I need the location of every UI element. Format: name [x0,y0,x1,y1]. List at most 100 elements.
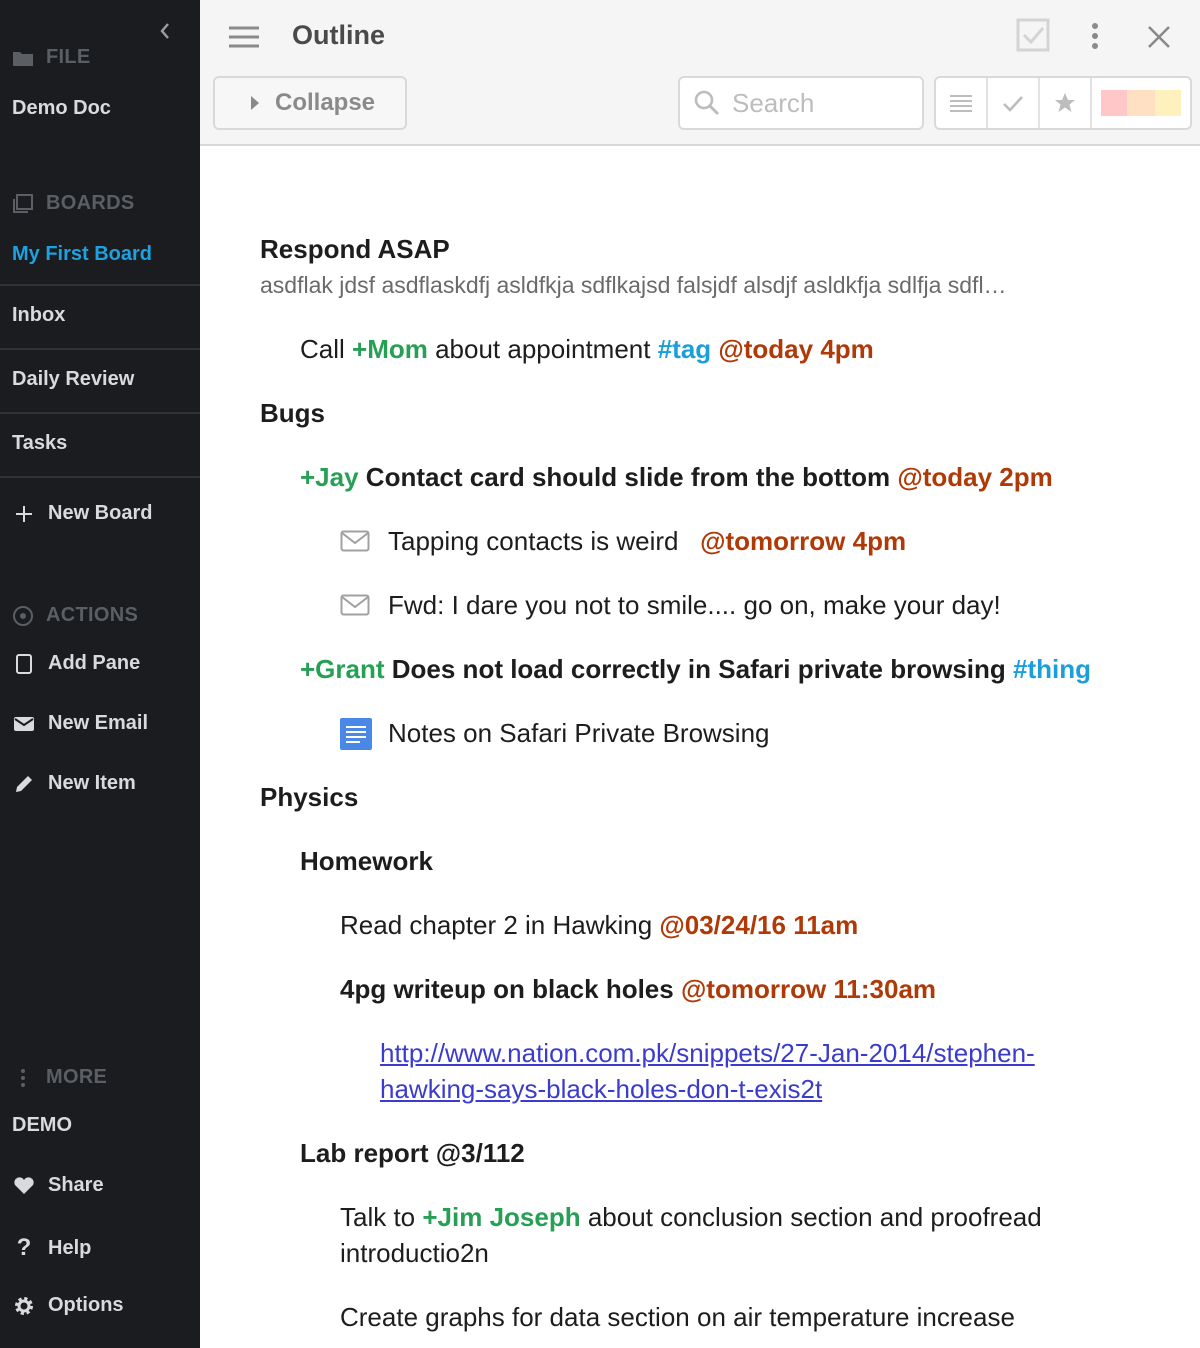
date-label[interactable]: @tomorrow 4pm [700,526,906,556]
sidebar-item-daily-review[interactable]: Daily Review [0,348,200,412]
filter-star-button[interactable] [1040,78,1092,128]
collapse-button[interactable]: Collapse [213,76,407,130]
color-filter-button[interactable] [1092,78,1190,128]
doc-name[interactable]: Demo Doc [12,97,111,120]
hyperlink[interactable]: http://www.nation.com.pk/snippets/27-Jan… [380,1038,1035,1068]
document-icon [340,718,372,750]
outline-item-graphs[interactable]: Create graphs for data section on air te… [340,1302,1015,1333]
boards-heading-label: BOARDS [46,192,135,214]
date-label[interactable]: @today 2pm [897,462,1052,492]
person-mention[interactable]: +Jay [300,462,359,492]
demo-label: DEMO [12,1114,72,1136]
heart-icon [14,1176,34,1194]
sidebar-item-my-first-board[interactable]: My First Board [12,243,152,266]
outline-item-email2[interactable]: Fwd: I dare you not to smile.... go on, … [388,590,1001,621]
sidebar-item-inbox[interactable]: Inbox [0,284,200,348]
more-heading-label: MORE [46,1066,108,1088]
item-text: Contact card should slide from the botto… [358,462,898,492]
outline-item-call[interactable]: Call +Mom about appointment #tag @today … [300,334,874,365]
sidebar: FILE Demo Doc BOARDS My First Board Inbo… [0,0,200,1348]
date-label[interactable]: @03/24/16 11am [659,910,858,940]
caret-right-icon [251,96,259,110]
item-text: Call [300,334,353,364]
outline-item-talk-cont: introductio2n [340,1238,489,1268]
pencil-icon [16,775,32,792]
actions-heading: ACTIONS [12,604,138,627]
question-icon: ? [16,1234,32,1261]
item-text: Read chapter 2 in Hawking [340,910,660,940]
main-pane: Outline Collapse Resp [200,0,1200,1348]
add-pane-label: Add Pane [48,652,141,674]
new-email-button[interactable]: New Email [12,712,148,735]
outline-item-link[interactable]: http://www.nation.com.pk/snippets/27-Jan… [380,1038,1035,1069]
search-input[interactable] [730,86,914,120]
more-vertical-icon[interactable] [1088,22,1102,50]
new-item-label: New Item [48,772,136,794]
gear-icon [15,1296,33,1315]
more-vertical-icon [21,1068,25,1087]
outline-content: Respond ASAP asdflak jdsf asdflaskdfj as… [200,146,1200,1348]
envelope-icon [340,594,370,616]
outline-item-writeup[interactable]: 4pg writeup on black holes @tomorrow 11:… [340,974,936,1005]
hamburger-icon[interactable] [229,26,259,48]
close-icon[interactable] [1146,24,1172,50]
options-label: Options [48,1294,124,1316]
hyperlink[interactable]: hawking-says-black-holes-don-t-exis2t [380,1074,822,1104]
new-board-button[interactable]: New Board [12,502,152,525]
tag-label[interactable]: #tag [658,334,711,364]
sidebar-item-tasks[interactable]: Tasks [0,412,200,476]
add-pane-button[interactable]: Add Pane [12,652,140,675]
boards-icon [13,193,33,213]
target-icon [13,605,33,626]
outline-item-lab[interactable]: Lab report @3/112 [300,1138,525,1169]
person-mention[interactable]: +Mom [352,334,428,364]
date-label[interactable]: @tomorrow 11:30am [681,974,936,1004]
filter-list-button[interactable] [936,78,988,128]
outline-item-bug1[interactable]: +Jay Contact card should slide from the … [300,462,1053,493]
search-box[interactable] [678,76,924,130]
new-email-label: New Email [48,712,149,734]
filter-done-button[interactable] [988,78,1040,128]
item-text: about conclusion section and proofread [580,1202,1042,1232]
checkbox-icon[interactable] [1016,18,1050,52]
outline-item-bug2[interactable]: +Grant Does not load correctly in Safari… [300,654,1091,685]
item-text: Tapping contacts is weird [388,526,679,556]
file-heading: FILE [12,46,91,69]
outline-item-physics[interactable]: Physics [260,782,358,813]
share-button[interactable]: Share [12,1174,104,1197]
new-item-button[interactable]: New Item [12,772,136,795]
chevron-left-icon[interactable] [157,20,173,42]
toolbar: Outline Collapse [200,0,1200,146]
star-icon [1055,93,1075,112]
outline-item-email1[interactable]: Tapping contacts is weird @tomorrow 4pm [388,526,906,557]
outline-item-read[interactable]: Read chapter 2 in Hawking @03/24/16 11am [340,910,858,941]
item-text: about appointment [427,334,658,364]
outline-item-doc1[interactable]: Notes on Safari Private Browsing [388,718,770,749]
outline-item-respond[interactable]: Respond ASAP [260,234,450,265]
page-title: Outline [292,20,385,50]
outline-item-link-cont[interactable]: hawking-says-black-holes-don-t-exis2t [380,1074,822,1105]
check-icon [1003,96,1023,112]
color-swatches-icon [1101,90,1181,116]
collapse-label: Collapse [275,89,376,116]
more-heading: MORE [12,1066,107,1089]
outline-item-talk[interactable]: Talk to +Jim Joseph about conclusion sec… [340,1202,1042,1233]
date-label[interactable]: @today 4pm [718,334,873,364]
pane-icon [16,653,32,674]
divider [0,476,200,478]
envelope-icon [14,716,34,731]
new-board-label: New Board [48,502,153,524]
item-text: Talk to [340,1202,423,1232]
options-button[interactable]: Options [12,1294,124,1317]
outline-note: asdflak jdsf asdflaskdfj asldfkja sdflka… [260,272,1007,298]
person-mention[interactable]: +Grant [300,654,385,684]
folder-icon [13,51,33,66]
person-mention[interactable]: +Jim Joseph [422,1202,580,1232]
plus-icon [16,505,32,522]
sidebar-item-label: Tasks [12,432,68,454]
outline-item-bugs[interactable]: Bugs [260,398,325,429]
tag-label[interactable]: #thing [1013,654,1091,684]
help-button[interactable]: ? Help [12,1234,92,1262]
envelope-icon [340,530,370,552]
outline-item-homework[interactable]: Homework [300,846,433,877]
